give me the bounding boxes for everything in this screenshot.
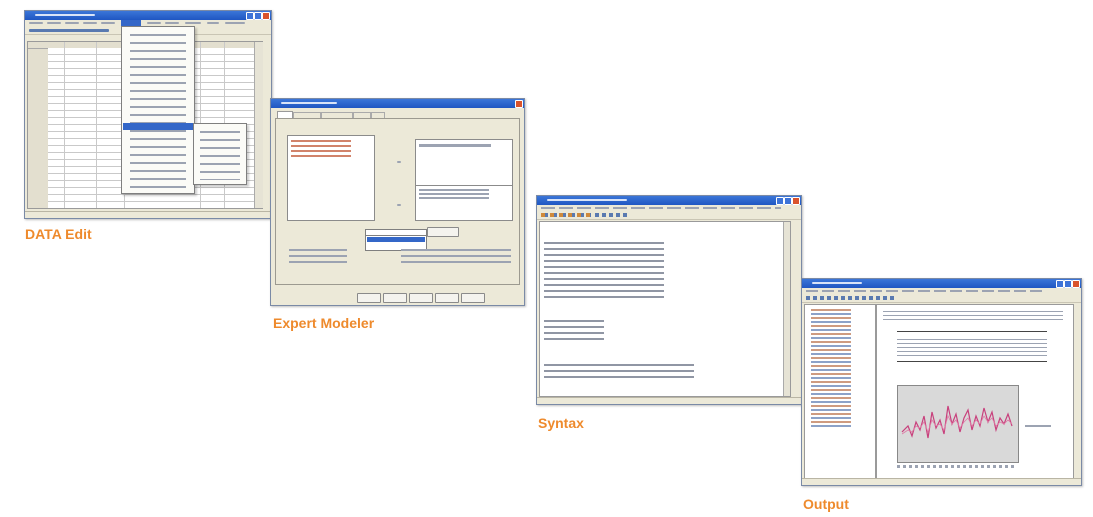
syntax-editor[interactable] — [539, 221, 791, 397]
dialog-titlebar — [271, 99, 524, 108]
help-button[interactable] — [461, 293, 485, 303]
data-edit-screenshot — [24, 10, 272, 219]
reset-button[interactable] — [409, 293, 433, 303]
criteria-button[interactable] — [427, 227, 459, 237]
maximize-icon[interactable] — [254, 12, 262, 20]
caption-syntax: Syntax — [538, 415, 584, 431]
minimize-icon[interactable] — [776, 197, 784, 205]
ok-button[interactable] — [357, 293, 381, 303]
window-titlebar — [537, 196, 801, 205]
maximize-icon[interactable] — [1064, 280, 1072, 288]
paste-button[interactable] — [383, 293, 407, 303]
caption-data-edit: DATA Edit — [25, 226, 92, 242]
status-bar — [25, 211, 271, 218]
output-outline-tree[interactable] — [804, 304, 876, 480]
minimize-icon[interactable] — [1056, 280, 1064, 288]
cancel-button[interactable] — [435, 293, 459, 303]
window-titlebar — [25, 11, 271, 20]
expert-modeler-screenshot — [270, 98, 525, 306]
maximize-icon[interactable] — [784, 197, 792, 205]
close-icon[interactable] — [792, 197, 800, 205]
toolbar[interactable] — [537, 211, 801, 220]
close-icon[interactable] — [515, 100, 523, 108]
time-series-chart — [897, 385, 1019, 463]
status-bar — [802, 478, 1081, 485]
dialog-tabs[interactable] — [277, 111, 397, 119]
close-icon[interactable] — [262, 12, 270, 20]
caption-expert-modeler: Expert Modeler — [273, 315, 375, 331]
output-screenshot — [801, 278, 1082, 486]
dropdown-menu[interactable] — [121, 26, 195, 194]
status-bar — [537, 397, 801, 404]
caption-output: Output — [803, 496, 849, 512]
minimize-icon[interactable] — [246, 12, 254, 20]
submenu[interactable] — [193, 123, 247, 185]
window-titlebar — [802, 279, 1081, 288]
output-content-pane[interactable] — [876, 304, 1074, 480]
syntax-screenshot — [536, 195, 802, 405]
variables-list[interactable] — [287, 135, 375, 221]
close-icon[interactable] — [1072, 280, 1080, 288]
chart-line-svg — [901, 405, 1013, 439]
toolbar[interactable] — [802, 294, 1081, 303]
independent-variables-list[interactable] — [415, 185, 513, 221]
